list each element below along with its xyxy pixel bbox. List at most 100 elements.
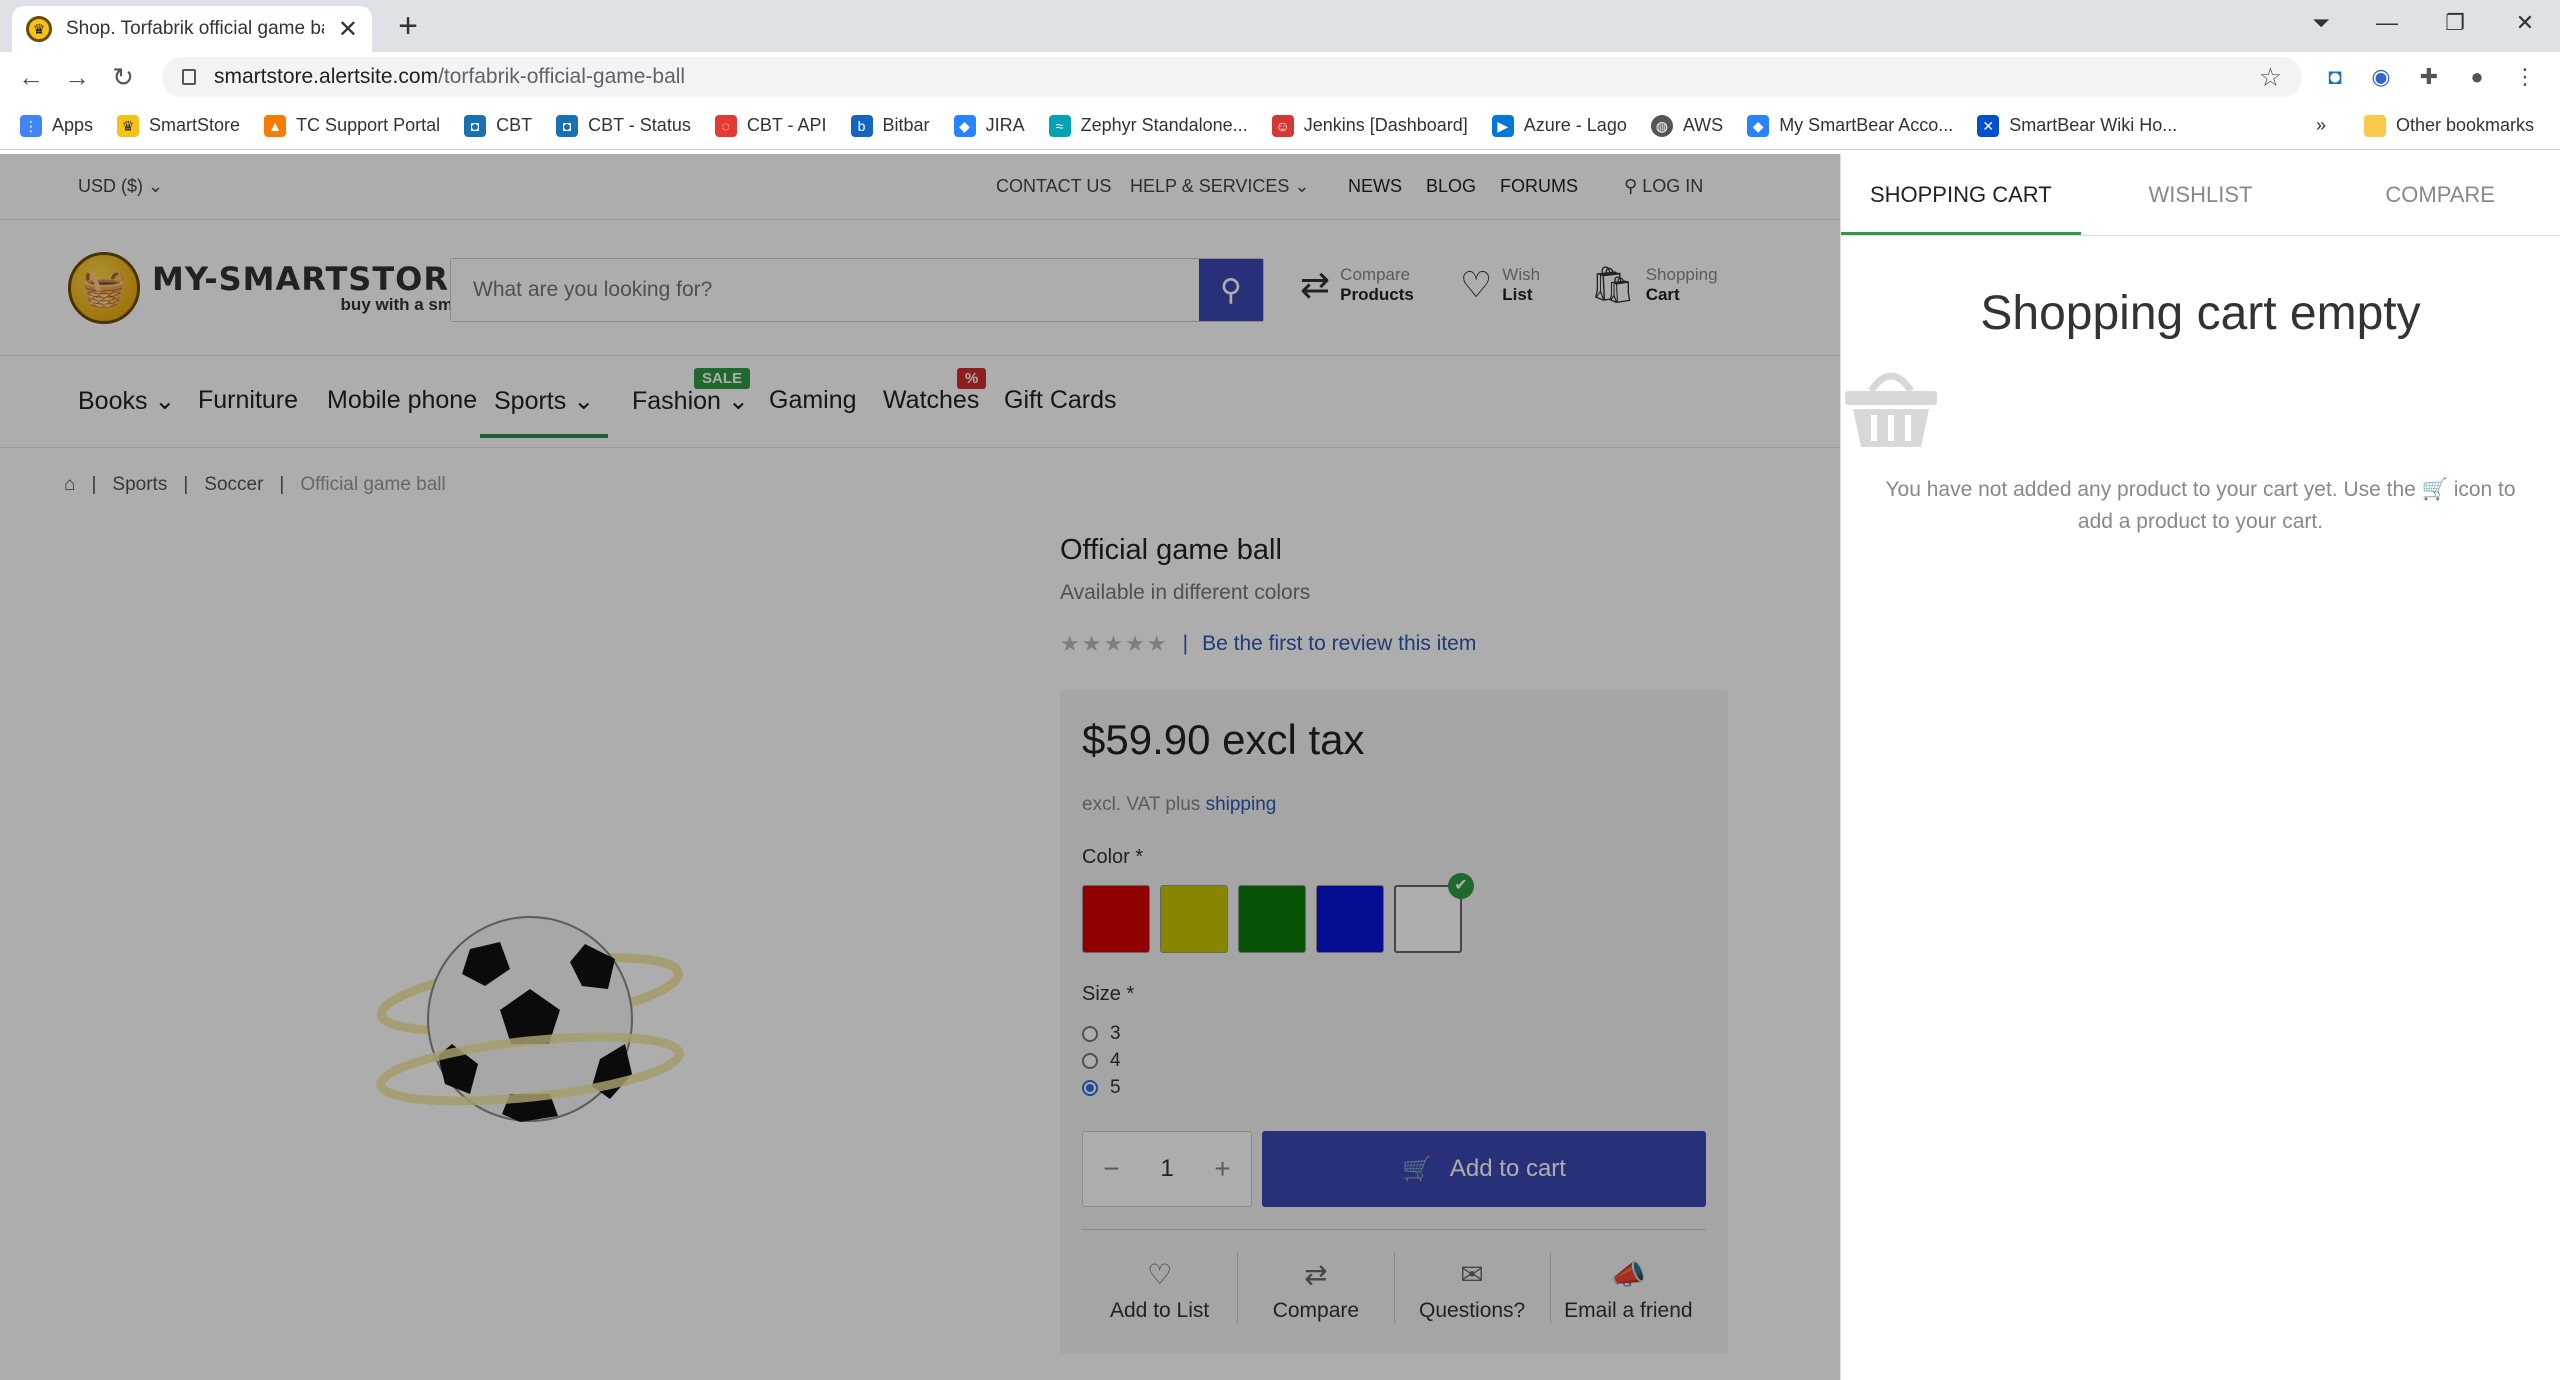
- tab-title: Shop. Torfabrik official game ball: [66, 18, 324, 39]
- forward-icon[interactable]: →: [54, 54, 100, 100]
- menu-furniture[interactable]: Furniture: [198, 386, 298, 415]
- extension-icon[interactable]: ◘: [2318, 60, 2352, 94]
- url-field[interactable]: smartstore.alertsite.com/torfabrik-offic…: [162, 57, 2302, 97]
- tab-search-icon[interactable]: ⏷: [2286, 0, 2356, 46]
- quantity-value[interactable]: 1: [1160, 1155, 1173, 1183]
- reload-icon[interactable]: ↻: [100, 54, 146, 100]
- color-swatch-blue[interactable]: [1316, 885, 1384, 953]
- email-friend-button[interactable]: 📣 Email a friend: [1551, 1252, 1706, 1323]
- other-bookmarks-folder[interactable]: Other bookmarks: [2364, 114, 2534, 137]
- menu-books[interactable]: Books ⌄: [78, 386, 175, 416]
- breadcrumb: ⌂ | Sports | Soccer | Official game ball: [64, 474, 446, 496]
- bookmark-aws[interactable]: ◍ AWS: [1650, 114, 1723, 137]
- news-link[interactable]: NEWS: [1348, 176, 1402, 197]
- bookmark-cbt[interactable]: ◘ CBT: [464, 114, 532, 137]
- cbt-status-icon: ◘: [556, 114, 579, 137]
- size-radio[interactable]: [1082, 1025, 1098, 1042]
- compare-products-button[interactable]: ⇄ Compare Products: [1300, 264, 1414, 306]
- heart-icon: ♡: [1460, 264, 1493, 305]
- menu-mobile-phone[interactable]: Mobile phone: [327, 386, 477, 415]
- cbt-api-icon: ◌: [714, 114, 737, 137]
- profile-avatar-icon[interactable]: ●: [2460, 60, 2494, 94]
- search-input[interactable]: [451, 259, 1199, 321]
- menu-gaming[interactable]: Gaming: [769, 386, 857, 415]
- folder-icon: [2364, 114, 2386, 137]
- breadcrumb-soccer[interactable]: Soccer: [204, 474, 263, 496]
- bookmark-apps[interactable]: ⋮ Apps: [20, 114, 93, 137]
- menu-gift-cards[interactable]: Gift Cards: [1004, 386, 1117, 415]
- minimize-button[interactable]: —: [2352, 0, 2422, 46]
- size-label: Size *: [1082, 983, 1135, 1005]
- menu-watches[interactable]: % Watches: [883, 368, 987, 415]
- search-button[interactable]: ⚲: [1199, 259, 1263, 321]
- login-link[interactable]: ⚲ LOG IN: [1624, 176, 1703, 197]
- logo-name: MY-SMARTSTORE: [152, 260, 472, 298]
- bookmark-zephyr[interactable]: ≈ Zephyr Standalone...: [1048, 114, 1248, 137]
- restore-button[interactable]: ❐: [2420, 0, 2490, 46]
- close-window-button[interactable]: ✕: [2490, 0, 2560, 46]
- apps-grid-icon: ⋮: [20, 114, 42, 137]
- smartstore-favicon-icon: ♛: [26, 16, 52, 42]
- bookmark-bitbar[interactable]: b Bitbar: [850, 114, 930, 137]
- add-to-list-button[interactable]: ♡ Add to List: [1082, 1252, 1239, 1323]
- puzzle-extensions-icon[interactable]: ✚: [2412, 60, 2446, 94]
- forums-link[interactable]: FORUMS: [1500, 176, 1578, 197]
- wishlist-button[interactable]: ♡ Wish List: [1460, 264, 1540, 306]
- tab-shopping-cart[interactable]: SHOPPING CART: [1841, 154, 2081, 235]
- size-radio[interactable]: [1082, 1052, 1098, 1069]
- add-to-cart-button[interactable]: 🛒 Add to cart: [1262, 1131, 1706, 1207]
- breadcrumb-sports[interactable]: Sports: [112, 474, 167, 496]
- decrease-quantity-button[interactable]: −: [1103, 1153, 1119, 1185]
- review-link[interactable]: Be the first to review this item: [1202, 632, 1476, 656]
- color-swatch-yellow[interactable]: [1160, 885, 1228, 953]
- shipping-link[interactable]: shipping: [1206, 794, 1277, 815]
- bookmark-azure[interactable]: ▶ Azure - Lago: [1491, 114, 1627, 137]
- envelope-icon: ✉: [1460, 1259, 1484, 1290]
- extension-2-icon[interactable]: ◉: [2364, 60, 2398, 94]
- user-icon: ⚲: [1624, 176, 1638, 196]
- tab-compare[interactable]: COMPARE: [2320, 154, 2560, 235]
- bookmark-cbt-api[interactable]: ◌ CBT - API: [714, 114, 827, 137]
- currency-selector[interactable]: USD ($) ⌄: [78, 176, 163, 197]
- main-menu: Books ⌄ Furniture Mobile phone Sports ⌄ …: [0, 356, 1840, 448]
- questions-button[interactable]: ✉ Questions?: [1395, 1252, 1551, 1323]
- color-swatch-white[interactable]: ✔: [1394, 873, 1474, 953]
- more-bookmarks-button[interactable]: »: [2316, 115, 2326, 136]
- bookmark-jenkins[interactable]: ☺ Jenkins [Dashboard]: [1271, 114, 1468, 137]
- help-services-menu[interactable]: HELP & SERVICES ⌄: [1130, 176, 1310, 197]
- bookmark-tc-support[interactable]: ▲ TC Support Portal: [264, 114, 440, 137]
- shopping-bag-icon: 🛍: [1590, 264, 1636, 305]
- bookmark-smartbear-account[interactable]: ◆ My SmartBear Acco...: [1747, 114, 1953, 137]
- basket-logo-icon: 🧺: [68, 252, 140, 324]
- tab-wishlist[interactable]: WISHLIST: [2081, 154, 2321, 235]
- bookmark-jira[interactable]: ◆ JIRA: [953, 114, 1025, 137]
- home-icon[interactable]: ⌂: [64, 474, 75, 496]
- new-tab-button[interactable]: +: [388, 6, 428, 46]
- color-swatch-red[interactable]: [1082, 885, 1150, 953]
- search-icon: ⚲: [1220, 273, 1242, 307]
- size-option-5[interactable]: 5: [1082, 1074, 1706, 1101]
- bookmark-cbt-status[interactable]: ◘ CBT - Status: [556, 114, 691, 137]
- cbt-icon: ◘: [464, 114, 487, 137]
- increase-quantity-button[interactable]: +: [1214, 1153, 1230, 1185]
- contact-link[interactable]: CONTACT US: [996, 176, 1111, 197]
- size-radio-selected[interactable]: [1082, 1079, 1098, 1096]
- product-actions: ♡ Add to List ⇄ Compare ✉ Questions? 📣 Email…: [1082, 1252, 1706, 1323]
- back-icon[interactable]: ←: [8, 54, 54, 100]
- menu-fashion[interactable]: SALE Fashion ⌄: [632, 368, 751, 416]
- store-logo[interactable]: 🧺 MY-SMARTSTORE buy with a smile: [68, 252, 472, 324]
- size-option-3[interactable]: 3: [1082, 1020, 1706, 1047]
- bookmark-star-icon[interactable]: ☆: [2259, 62, 2282, 93]
- menu-sports[interactable]: Sports ⌄: [480, 386, 609, 438]
- compare-button[interactable]: ⇄ Compare: [1238, 1252, 1395, 1323]
- browser-tab[interactable]: ♛ Shop. Torfabrik official game ball ✕: [12, 6, 372, 52]
- color-swatch-green[interactable]: [1238, 885, 1306, 953]
- shopping-cart-button[interactable]: 🛍 Shopping Cart: [1590, 264, 1718, 306]
- browser-menu-icon[interactable]: ⋮: [2508, 60, 2542, 94]
- bookmark-smartbear-wiki[interactable]: ✕ SmartBear Wiki Ho...: [1977, 114, 2177, 137]
- azure-icon: ▶: [1491, 114, 1514, 137]
- close-tab-icon[interactable]: ✕: [338, 15, 358, 44]
- blog-link[interactable]: BLOG: [1426, 176, 1476, 197]
- bookmark-smartstore[interactable]: ♛ SmartStore: [117, 114, 240, 137]
- size-option-4[interactable]: 4: [1082, 1047, 1706, 1074]
